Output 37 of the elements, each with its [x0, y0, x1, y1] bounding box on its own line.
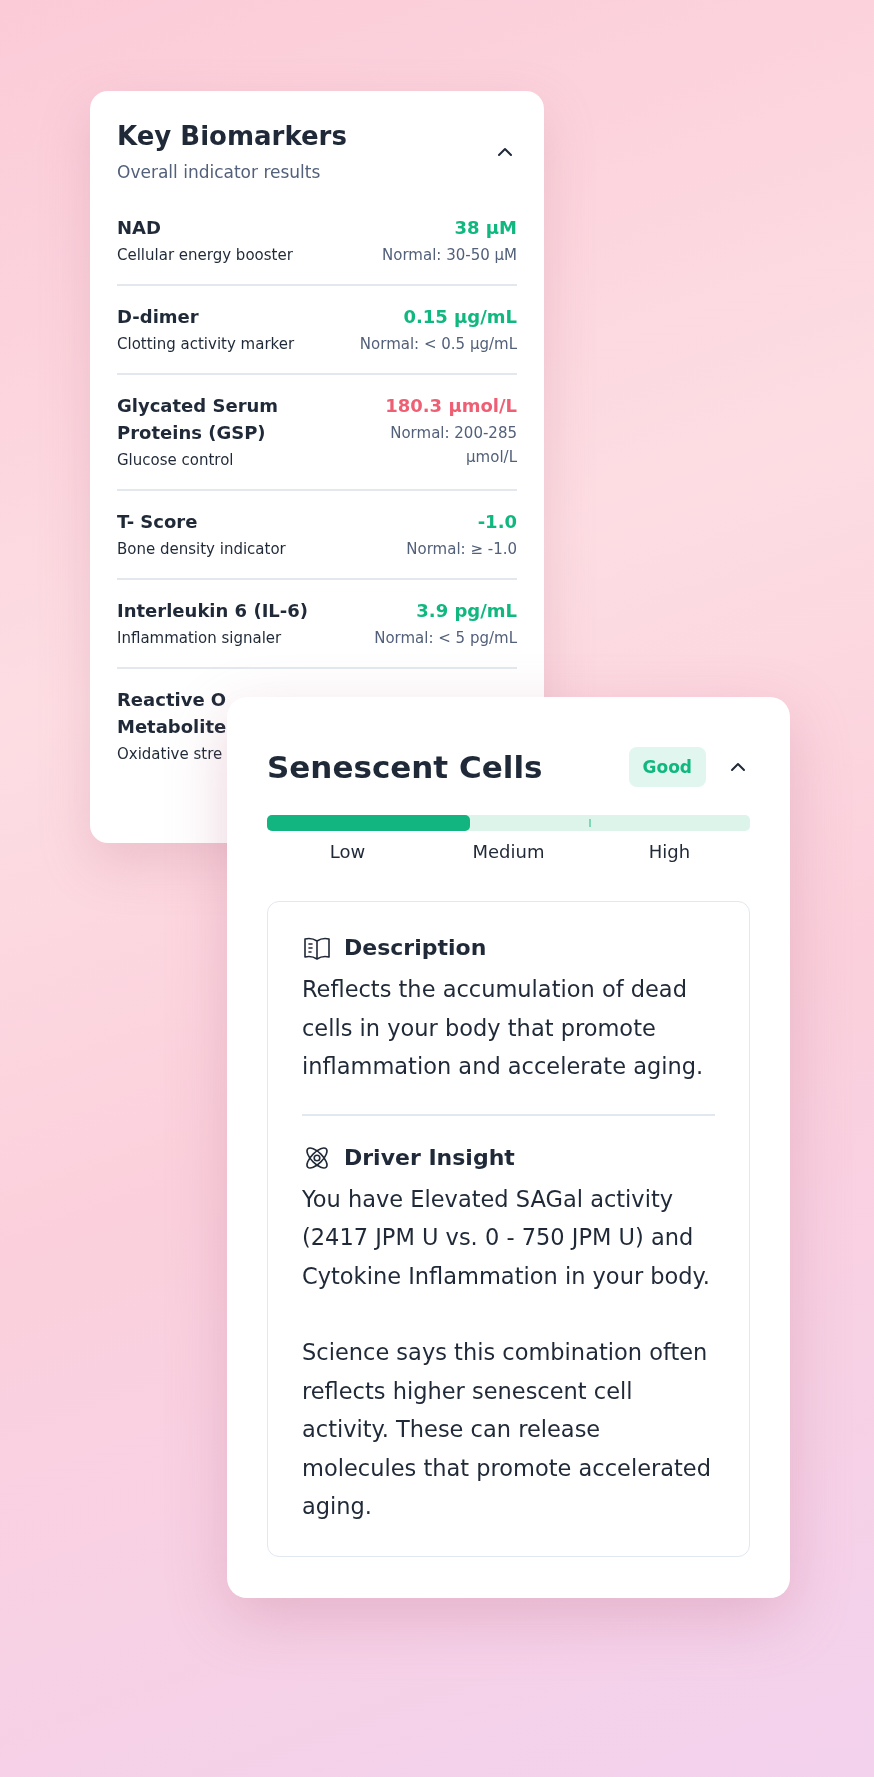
section-heading: Description [344, 934, 487, 962]
status-badge: Good [628, 747, 706, 787]
biomarker-value: 0.15 µg/mL [402, 305, 517, 329]
card-title: Key Biomarkers [117, 120, 347, 153]
biomarker-name: Glycated Serum Proteins (GSP) [117, 394, 280, 445]
biomarker-value: 180.3 µmol/L [384, 394, 517, 418]
normal-range: Normal: < 5 pg/mL [374, 628, 517, 649]
biomarker-name: D-dimer [117, 305, 200, 329]
section-text: Science says this combination often reflects higher senescent cell activity. These can release molecules that promote accelerated aging. [302, 1338, 712, 1521]
section-heading: Driver Insight [344, 1143, 515, 1172]
normal-range: Normal: 30-50 µM [382, 245, 517, 266]
section-text: You have Elevated SAGal activity (2417 JPM U vs. 0 - 750 JPM U) and Cytokine Inflammation in your body. [302, 1184, 711, 1291]
biomarker-description: Glucose control [117, 450, 235, 471]
tick-mark [589, 819, 592, 827]
biomarker-name: T- Score [117, 510, 199, 534]
biomarker-name: Reactive O Metabolite [117, 688, 227, 739]
biomarker-name: NAD [117, 216, 162, 240]
normal-range: Normal: < 0.5 µg/mL [359, 334, 517, 355]
biomarker-value: 3.9 pg/mL [415, 599, 517, 623]
biomarker-value: 38 µM [453, 216, 517, 240]
biomarker-name: Interleukin 6 (IL-6) [117, 599, 309, 623]
card-title: Senescent Cells [267, 748, 543, 787]
scale-label: Low [329, 840, 366, 864]
biomarker-description: Cellular energy booster [117, 245, 293, 266]
section-text: Reflects the accumulation of dead cells in your body that promote inflammation and accelerate aging. [302, 975, 705, 1081]
scale-label: Medium [472, 840, 545, 864]
biomarker-value: -1.0 [476, 510, 517, 534]
normal-range: Normal: 200-285 µmol/L [389, 423, 517, 468]
scale-label: High [648, 840, 691, 864]
normal-range: Normal: ≥ -1.0 [406, 539, 517, 560]
caret-icon [497, 147, 513, 157]
biomarker-description: Bone density indicator [117, 539, 286, 560]
biomarker-description: Clotting activity marker [117, 334, 295, 355]
card-subtitle: Overall indicator results [117, 161, 322, 184]
caret-icon [730, 762, 746, 772]
biomarker-description: Oxidative stre [117, 744, 224, 765]
biomarker-description: Inflammation signaler [117, 628, 283, 649]
